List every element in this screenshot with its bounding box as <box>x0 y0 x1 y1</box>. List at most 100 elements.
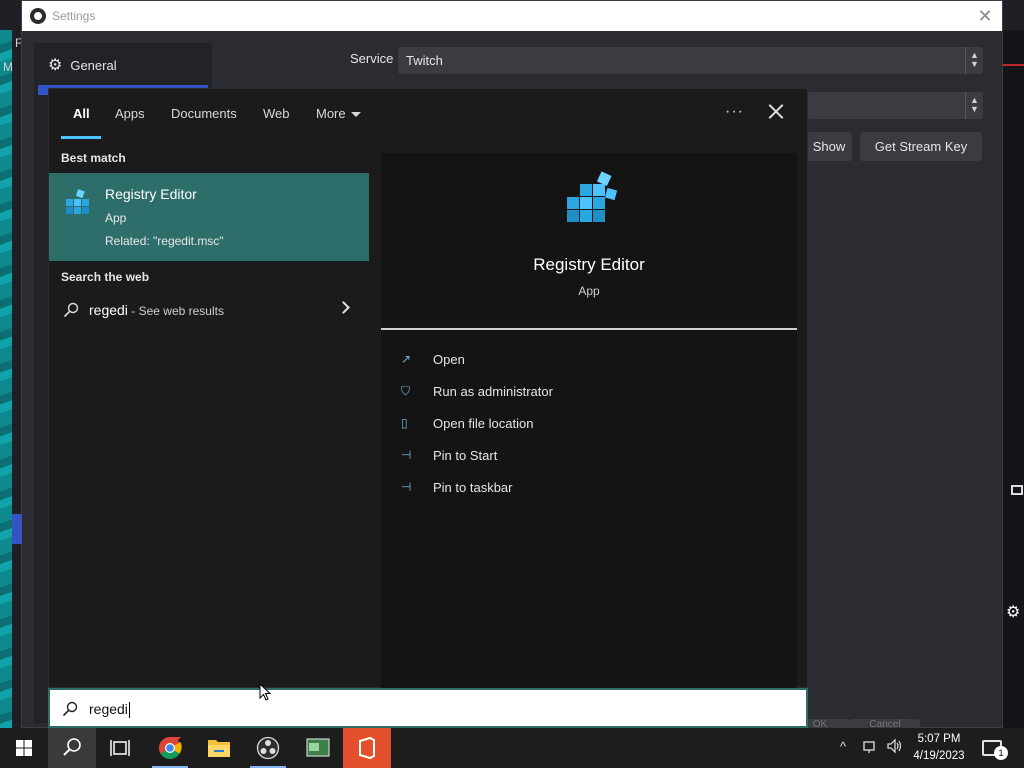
best-match-result[interactable]: Registry Editor App Related: "regedit.ms… <box>49 173 369 261</box>
chevron-right-icon <box>337 301 350 314</box>
get-stream-key-button[interactable]: Get Stream Key <box>860 132 982 161</box>
action-open-file-location[interactable]: ▯ Open file location <box>401 413 533 433</box>
web-query-text: regedi <box>89 302 128 318</box>
web-search-result[interactable]: regedi - See web results <box>49 297 369 325</box>
action-label: Open file location <box>433 415 534 431</box>
search-icon <box>62 701 78 717</box>
action-label: Pin to taskbar <box>433 479 513 495</box>
text-caret <box>128 702 130 719</box>
registry-app-icon[interactable] <box>294 728 342 768</box>
registry-editor-icon <box>66 189 89 214</box>
action-open[interactable]: ↗ Open <box>401 349 465 369</box>
network-icon[interactable] <box>862 738 878 768</box>
close-icon[interactable] <box>765 101 787 123</box>
volume-icon[interactable] <box>886 738 904 768</box>
file-explorer-icon[interactable] <box>195 728 243 768</box>
active-tab-indicator <box>61 136 101 139</box>
best-match-type: App <box>105 211 127 225</box>
show-hidden-icons-button[interactable]: ^ <box>840 739 846 768</box>
shield-icon: ⛉ <box>401 384 411 398</box>
action-label: Pin to Start <box>433 447 498 463</box>
start-button[interactable] <box>0 728 48 768</box>
task-view-button[interactable] <box>96 728 144 768</box>
file-location-icon: ▯ <box>401 416 408 430</box>
mouse-cursor-icon <box>259 683 271 701</box>
folder-icon <box>208 740 230 757</box>
preview-pane: Registry Editor App ↗ Open ⛉ Run as admi… <box>381 153 797 689</box>
obs-logo-icon <box>256 736 280 760</box>
preview-app-type: App <box>578 284 600 298</box>
windows-logo-icon <box>16 740 32 756</box>
tab-documents[interactable]: Documents <box>171 106 237 121</box>
best-match-heading: Best match <box>61 151 126 165</box>
search-icon <box>63 738 81 756</box>
menu-fragment: M <box>3 60 13 74</box>
action-label: Run as administrator <box>433 383 553 399</box>
gear-icon[interactable]: ⚙ <box>1006 602 1020 622</box>
stream-key-label: Get Stream Key <box>874 139 968 154</box>
ok-label: OK <box>812 719 828 728</box>
audio-meter-line <box>1003 64 1024 66</box>
action-pin-to-taskbar[interactable]: ⊣ Pin to taskbar <box>401 477 513 497</box>
desktop-wallpaper-strip <box>0 30 12 728</box>
obs-icon[interactable] <box>244 728 292 768</box>
tab-more[interactable]: More <box>316 106 361 121</box>
scene-selection-marker <box>12 514 22 544</box>
search-icon <box>63 302 79 318</box>
action-run-as-administrator[interactable]: ⛉ Run as administrator <box>401 381 553 401</box>
cancel-label: Cancel <box>869 719 901 728</box>
show-button[interactable]: Show <box>806 132 852 161</box>
window-title: Settings <box>52 9 96 23</box>
server-select[interactable]: ▲ ▼ <box>807 92 983 119</box>
notification-count-badge: 1 <box>994 746 1008 760</box>
sidebar-item-general[interactable]: ⚙ General <box>48 55 117 75</box>
search-tabs: All Apps Documents Web More ··· <box>49 89 809 141</box>
registry-editor-icon <box>567 171 618 222</box>
open-icon: ↗ <box>401 352 412 366</box>
window-icon[interactable] <box>1011 485 1023 495</box>
preview-divider <box>381 328 797 330</box>
service-label: Service <box>350 51 394 66</box>
search-query-text: regedi <box>89 701 130 719</box>
more-options-button[interactable]: ··· <box>725 103 744 121</box>
chrome-icon[interactable] <box>146 728 194 768</box>
tab-all[interactable]: All <box>73 106 90 121</box>
search-flyout: All Apps Documents Web More ··· Best mat… <box>48 88 809 689</box>
caret-down-icon <box>350 112 361 118</box>
action-label: Open <box>433 351 465 367</box>
pin-icon: ⊣ <box>401 448 412 462</box>
taskbar: ^ 5:07 PM 4/19/2023 1 <box>0 728 1024 768</box>
search-query-value: regedi <box>89 701 128 717</box>
tab-web[interactable]: Web <box>263 106 290 121</box>
window-close-button[interactable]: ✕ <box>974 5 996 27</box>
cancel-button[interactable]: Cancel <box>850 719 920 728</box>
system-clock[interactable]: 5:07 PM 4/19/2023 <box>908 731 970 765</box>
obs-right-panel: ⚙ <box>1003 30 1024 728</box>
search-web-heading: Search the web <box>61 270 150 284</box>
office-icon[interactable] <box>343 728 391 768</box>
settings-titlebar: Settings ✕ <box>22 1 1002 31</box>
web-result-query: regedi - See web results <box>89 302 224 318</box>
preview-app-name: Registry Editor <box>533 255 645 274</box>
show-button-label: Show <box>812 139 846 154</box>
service-select[interactable]: Twitch ▲ ▼ <box>398 47 983 74</box>
chrome-logo-icon <box>159 737 182 759</box>
updown-arrows-icon: ▲ ▼ <box>965 92 983 119</box>
updown-arrows-icon: ▲ ▼ <box>965 47 983 74</box>
search-button[interactable] <box>48 728 96 768</box>
action-pin-to-start[interactable]: ⊣ Pin to Start <box>401 445 497 465</box>
obs-logo-icon <box>30 8 46 24</box>
web-result-suffix: - See web results <box>127 304 224 318</box>
best-match-name: Registry Editor <box>105 186 197 202</box>
tab-more-label: More <box>316 106 346 121</box>
notification-center-button[interactable]: 1 <box>982 740 1008 760</box>
pin-icon: ⊣ <box>401 480 412 494</box>
service-value: Twitch <box>406 53 443 68</box>
clock-time: 5:07 PM <box>917 733 961 745</box>
sidebar-item-label: General <box>70 57 117 73</box>
task-view-icon <box>110 740 130 756</box>
app-window-icon <box>306 738 330 757</box>
tab-apps[interactable]: Apps <box>115 106 145 121</box>
search-input[interactable]: regedi <box>48 688 808 728</box>
best-match-related: Related: "regedit.msc" <box>105 234 224 248</box>
